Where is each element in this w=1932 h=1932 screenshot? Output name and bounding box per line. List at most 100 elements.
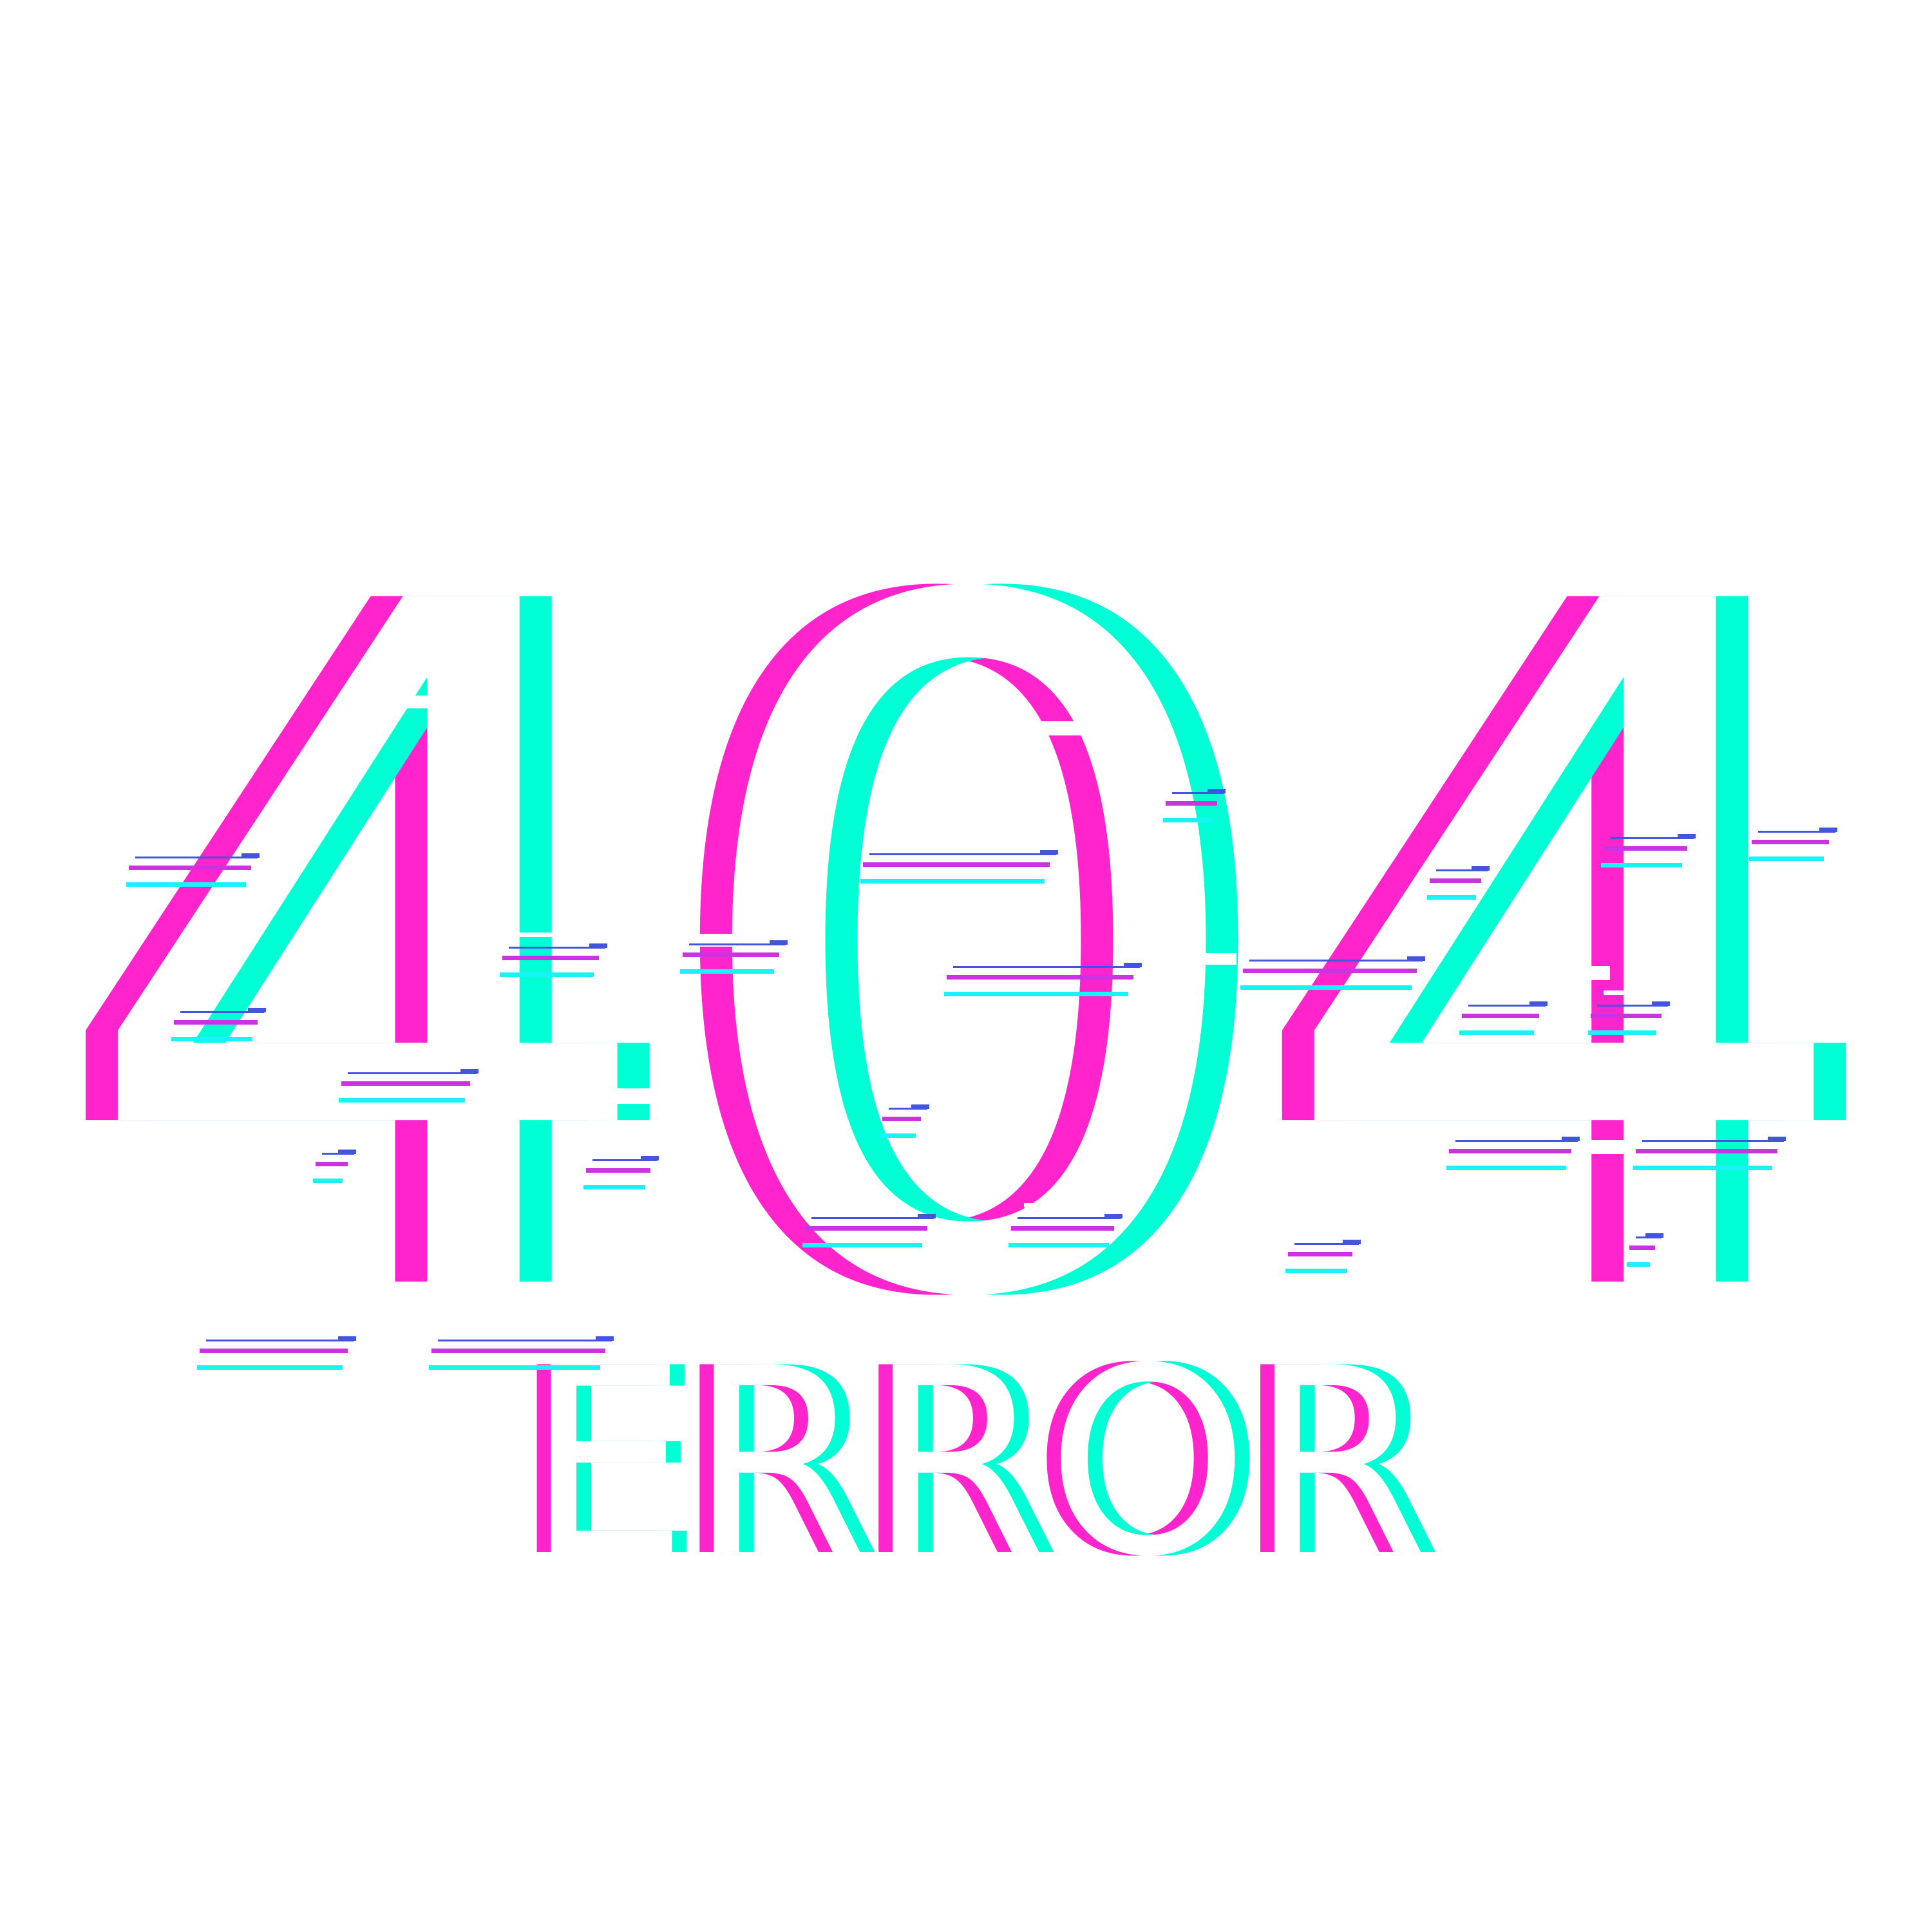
glitch-line-purple: [1243, 969, 1417, 973]
glitch-line-cyan: [500, 972, 594, 977]
glitch-line-purple: [586, 1168, 650, 1173]
error-label-face: ERROR: [526, 1314, 1428, 1613]
glitch-line-purple: [341, 1081, 470, 1086]
glitch-line-cyan: [1633, 1166, 1772, 1170]
glitch-dash: [911, 1104, 929, 1109]
glitch-slice: [1056, 1185, 1140, 1198]
glitch-line-cyan: [1285, 1269, 1347, 1273]
glitch-line-purple: [174, 1020, 258, 1025]
glitch-line-purple: [1011, 1226, 1114, 1231]
glitch-line-cyan: [860, 879, 1045, 884]
glitch-dash: [770, 940, 788, 945]
glitch-hairline: [1455, 1140, 1578, 1142]
glitch-line-cyan: [1427, 895, 1476, 900]
glitch-line-purple: [882, 1117, 921, 1121]
glitch-slice: [399, 696, 502, 708]
glitch-dash: [596, 1336, 614, 1341]
glitch-dash: [242, 853, 260, 858]
glitch-slice: [1475, 990, 1508, 995]
glitch-dash: [1472, 866, 1490, 871]
glitch-line-cyan: [680, 969, 774, 974]
glitch-line-cyan: [802, 1243, 922, 1247]
glitch-dash: [918, 1214, 936, 1218]
glitch-line-cyan: [339, 1098, 465, 1103]
glitch-line-purple: [1430, 878, 1481, 883]
glitch-dash: [1208, 789, 1226, 793]
glitch-line-purple: [1629, 1245, 1655, 1250]
glitch-slice: [605, 815, 683, 829]
error-label-group: ERROR ERROR ERROR: [511, 1314, 1443, 1613]
glitch-slice: [567, 1088, 657, 1104]
glitch-line-cyan: [1009, 1243, 1109, 1247]
glitch-dash: [1343, 1240, 1361, 1244]
glitch-line-cyan: [1446, 1166, 1566, 1170]
glitch-slice: [1256, 945, 1328, 950]
glitch-line-cyan: [126, 882, 246, 887]
glitch-slice: [1159, 953, 1236, 965]
glitch-slice: [515, 933, 556, 937]
glitch-line-cyan: [583, 1185, 645, 1189]
glitch-line-purple: [316, 1162, 348, 1166]
glitch-hairline: [348, 1072, 477, 1074]
glitch-hairline: [953, 966, 1140, 968]
glitch-dash: [1040, 850, 1058, 855]
glitch-hairline: [1642, 1140, 1784, 1142]
glitch-line-cyan: [1588, 1030, 1656, 1035]
glitch-line-purple: [1166, 801, 1217, 806]
glitch-line-cyan: [313, 1179, 343, 1183]
glitch-slice: [142, 842, 193, 847]
glitch-line-cyan: [944, 992, 1128, 996]
glitch-line-cyan: [197, 1365, 343, 1370]
glitch-hairline: [438, 1340, 612, 1341]
glitch-line-cyan: [429, 1365, 600, 1370]
glitch-slice: [328, 1139, 354, 1143]
glitch-line-purple: [431, 1349, 605, 1353]
glitch-line-cyan: [1627, 1262, 1650, 1267]
glitch-line-purple: [129, 866, 251, 870]
glitch-hairline: [811, 1217, 934, 1219]
glitch-404-artwork: 404 404 404 ERROR ERROR ERROR: [0, 0, 1932, 1932]
glitch-hairline: [869, 853, 1056, 855]
glitch-line-purple: [1449, 1149, 1571, 1153]
glitch-dash: [1768, 1137, 1786, 1141]
glitch-dash: [1530, 1001, 1548, 1006]
glitch-dash: [1652, 1001, 1670, 1006]
glitch-line-purple: [1288, 1252, 1352, 1256]
glitch-line-purple: [200, 1349, 348, 1353]
glitch-slice: [876, 839, 953, 844]
glitch-slice: [1024, 1203, 1068, 1208]
glitch-line-cyan: [880, 1133, 916, 1138]
glitch-hairline: [206, 1340, 354, 1341]
glitch-line-purple: [1462, 1014, 1539, 1018]
glitch-dash: [1678, 834, 1696, 838]
glitch-dash: [1562, 1137, 1580, 1141]
glitch-dash: [1819, 828, 1837, 832]
glitch-dash: [1124, 963, 1142, 967]
glitch-hairline: [135, 857, 258, 858]
glitch-dash: [1645, 1233, 1663, 1238]
glitch-line-purple: [1752, 840, 1829, 844]
glitch-line-purple: [947, 975, 1133, 980]
glitch-line-purple: [1636, 1149, 1777, 1153]
glitch-line-cyan: [1163, 818, 1212, 822]
glitch-dash: [589, 943, 607, 948]
glitch-slice: [1642, 1222, 1668, 1227]
glitch-line-purple: [1604, 846, 1687, 851]
glitch-line-purple: [1591, 1014, 1662, 1018]
glitch-line-cyan: [1601, 863, 1682, 867]
glitch-dash: [1407, 956, 1425, 961]
glitch-slice: [1030, 721, 1146, 735]
glitch-line-purple: [805, 1226, 927, 1231]
glitch-line-purple: [863, 862, 1050, 867]
glitch-line-cyan: [1749, 857, 1824, 861]
glitch-slice: [1604, 990, 1634, 995]
glitch-line-purple: [683, 952, 779, 957]
glitch-dash: [460, 1069, 478, 1074]
glitch-line-cyan: [171, 1037, 252, 1041]
glitch-dash: [338, 1150, 356, 1154]
glitch-line-cyan: [1459, 1030, 1534, 1035]
glitch-line-purple: [502, 956, 599, 960]
glitch-hairline: [1249, 960, 1423, 961]
glitch-dash: [641, 1156, 659, 1160]
glitch-line-cyan: [1240, 985, 1412, 990]
